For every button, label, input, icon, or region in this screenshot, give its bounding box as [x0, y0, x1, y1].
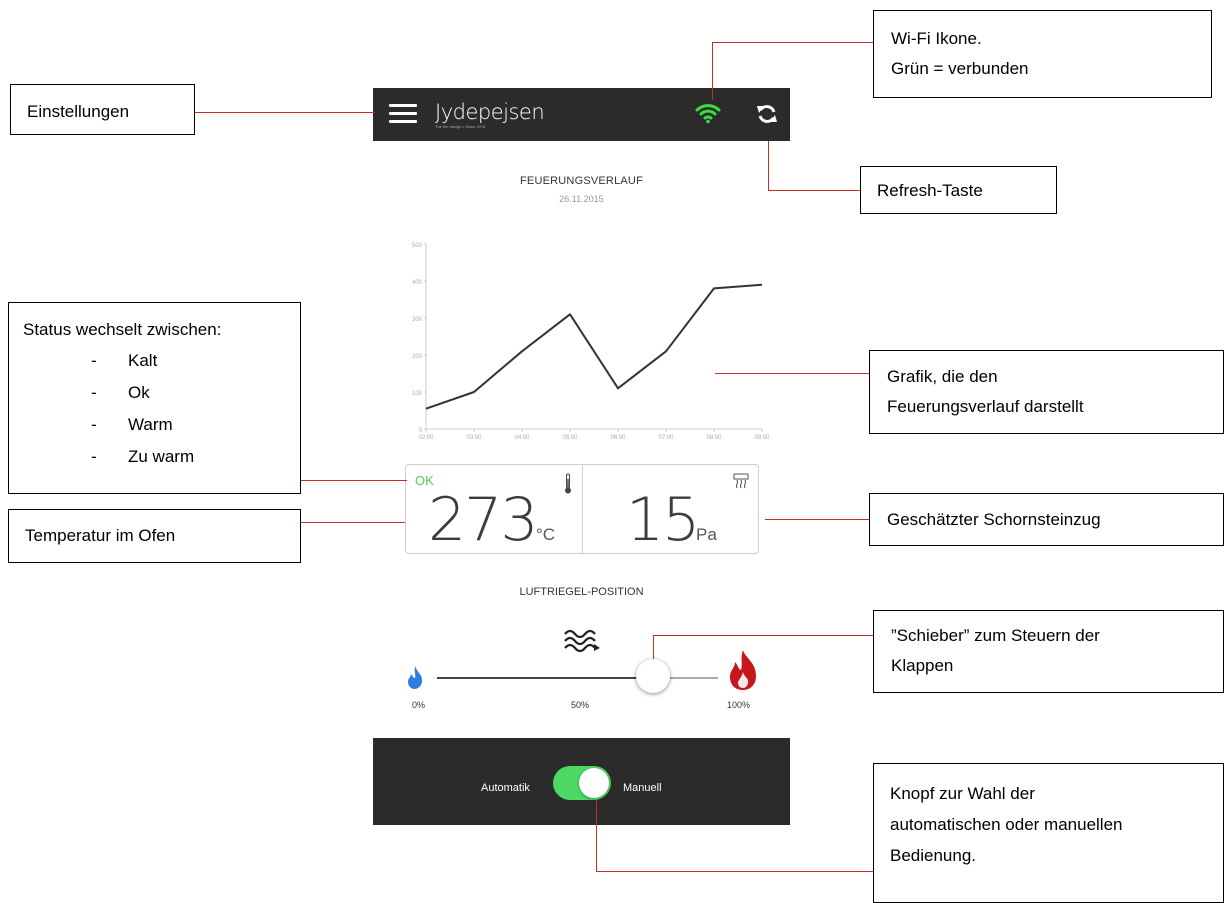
- temperature-value: 273: [428, 485, 539, 555]
- draft-value: 15: [626, 485, 700, 555]
- chart-y-tick-label: 100: [412, 391, 423, 397]
- callout-temperature-text: Temperatur im Ofen: [25, 526, 176, 545]
- callout-status: Status wechselt zwischen: Kalt Ok Warm Z…: [8, 302, 301, 494]
- refresh-icon[interactable]: [755, 102, 779, 126]
- connector-settings: [195, 112, 375, 113]
- chimney-draft-icon: [733, 473, 749, 489]
- callout-refresh: Refresh-Taste: [860, 166, 1057, 214]
- connector-chart: [715, 373, 869, 374]
- callout-wifi: Wi-Fi Ikone. Grün = verbunden: [873, 10, 1212, 98]
- metric-divider: [582, 465, 583, 553]
- mode-automatic-label[interactable]: Automatik: [481, 782, 530, 794]
- callout-chart-line1: Grafik, die den: [887, 367, 998, 386]
- history-date: 26.11.2015: [559, 194, 604, 204]
- chart-y-tick-label: 200: [412, 354, 423, 360]
- callout-draft-text: Geschätzter Schornsteinzug: [887, 510, 1101, 529]
- callout-wifi-line2: Grün = verbunden: [891, 59, 1029, 78]
- status-item: Zu warm: [23, 441, 286, 473]
- app-logo: Jydepejsen: [435, 100, 545, 124]
- firing-history-chart: 0 100 200 300 400 500 02:00 03:00 04:00 05:00 06:0…: [412, 243, 770, 441]
- chart-y-tick-label: 500: [412, 243, 423, 249]
- chart-x-tick-label: 04:00: [514, 435, 530, 441]
- mode-bar: Automatik Manuell: [373, 738, 790, 825]
- damper-title: LUFTRIEGEL-POSITION: [519, 586, 644, 598]
- callout-toggle-line3: Bedienung.: [890, 846, 977, 865]
- thermometer-icon: [565, 473, 571, 494]
- app-header: Jydepejsen The fire design • Since 1978: [373, 88, 790, 141]
- connector-wifi-h: [712, 42, 873, 43]
- history-title: FEUERUNGSVERLAUF: [520, 175, 643, 187]
- callout-toggle-line1: Knopf zur Wahl der: [890, 784, 1035, 803]
- status-item: Kalt: [23, 345, 286, 377]
- chart-x-tick-label: 03:00: [466, 435, 482, 441]
- chart-x-tick-label: 07:00: [658, 435, 674, 441]
- mode-toggle[interactable]: [553, 766, 611, 800]
- air-flow-icon: [564, 629, 600, 652]
- callout-slider-line1: ”Schieber” zum Steuern der: [891, 626, 1100, 645]
- connector-draft: [765, 519, 869, 520]
- callout-settings-text: Einstellungen: [27, 102, 130, 121]
- status-list: Kalt Ok Warm Zu warm: [23, 345, 286, 473]
- callout-refresh-text: Refresh-Taste: [877, 181, 983, 200]
- status-item: Ok: [23, 377, 286, 409]
- connector-slider-h: [653, 635, 873, 636]
- connector-temperature: [301, 522, 405, 523]
- connector-refresh-v: [768, 141, 769, 191]
- draft-unit: Pa: [696, 525, 717, 544]
- connector-refresh-h: [768, 190, 860, 191]
- mode-manual-label[interactable]: Manuell: [623, 782, 662, 794]
- metrics-panel: OK 273 °C 15 Pa: [405, 464, 759, 555]
- chart-series-line: [425, 283, 763, 410]
- callout-toggle-line2: automatischen oder manuellen: [890, 815, 1123, 834]
- chart-y-tick-label: 300: [412, 317, 423, 323]
- damper-max-label: 100%: [727, 700, 751, 710]
- callout-chart-line2: Feuerungsverlauf darstellt: [887, 397, 1084, 416]
- callout-draft: Geschätzter Schornsteinzug: [869, 493, 1224, 546]
- chart-x-tick-label: 02:00: [418, 435, 434, 441]
- chart-x-tick-label: 06:00: [610, 435, 626, 441]
- damper-mid-label: 50%: [571, 700, 590, 710]
- connector-toggle-v: [596, 800, 597, 872]
- chart-y-tick-label: 400: [412, 280, 423, 286]
- chart-y-tick-label: 0: [419, 428, 423, 434]
- mode-toggle-knob[interactable]: [579, 768, 609, 798]
- connector-wifi-v: [712, 42, 713, 100]
- callout-chart: Grafik, die den Feuerungsverlauf darstel…: [869, 350, 1224, 434]
- connector-status: [301, 480, 407, 481]
- callout-status-heading: Status wechselt zwischen:: [23, 320, 222, 339]
- flame-low-icon: [408, 666, 423, 689]
- connector-toggle-h: [596, 871, 873, 872]
- connector-slider-v: [653, 635, 654, 659]
- callout-toggle: Knopf zur Wahl der automatischen oder ma…: [873, 763, 1224, 903]
- chart-x-tick-label: 09:00: [754, 435, 770, 441]
- damper-slider-handle[interactable]: [636, 659, 670, 693]
- chart-x-tick-label: 08:00: [706, 435, 722, 441]
- callout-slider: ”Schieber” zum Steuern der Klappen: [873, 610, 1224, 693]
- app-logo-tagline: The fire design • Since 1978: [435, 124, 486, 129]
- flame-high-icon: [730, 650, 756, 690]
- callout-slider-line2: Klappen: [891, 656, 954, 675]
- callout-wifi-line1: Wi-Fi Ikone.: [891, 29, 982, 48]
- damper-min-label: 0%: [412, 700, 426, 710]
- menu-icon[interactable]: [389, 102, 419, 126]
- status-item: Warm: [23, 409, 286, 441]
- callout-temperature: Temperatur im Ofen: [8, 509, 301, 563]
- callout-settings: Einstellungen: [10, 84, 195, 135]
- temperature-unit: °C: [536, 525, 556, 544]
- wifi-icon[interactable]: [695, 100, 721, 126]
- chart-x-tick-label: 05:00: [562, 435, 578, 441]
